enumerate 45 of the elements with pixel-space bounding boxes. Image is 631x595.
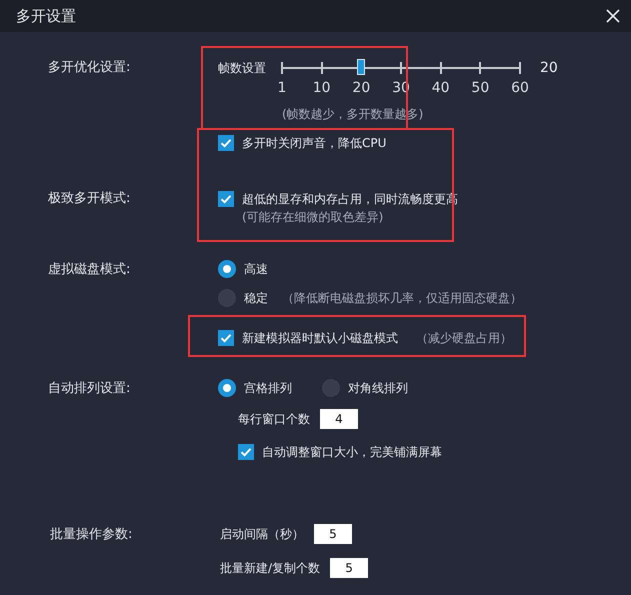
slider-label: 帧数设置 <box>218 60 267 76</box>
tick-mark <box>400 62 402 74</box>
tick-label: 40 <box>432 80 450 96</box>
tick-mark <box>519 62 521 74</box>
number-field[interactable]: 5 <box>314 524 352 544</box>
radio-label[interactable]: 高速 <box>244 260 268 278</box>
option-note: （降低断电磁盘损坏几率，仅适用固态硬盘） <box>282 290 522 306</box>
tick-mark <box>479 62 482 74</box>
checkbox-label[interactable]: 自动调整窗口大小，完美铺满屏幕 <box>262 444 442 460</box>
checkbox[interactable] <box>218 330 234 346</box>
setting-label: 多开优化设置: <box>48 59 132 77</box>
option-note: （减少硬盘占用） <box>416 330 512 346</box>
number-field[interactable]: 4 <box>320 409 358 429</box>
slider-hint: (帧数越少，多开数量越多) <box>282 106 424 123</box>
slider-thumb[interactable] <box>357 59 366 75</box>
tick-label: 50 <box>471 80 490 96</box>
setting-label: 虚拟磁盘模式: <box>48 261 132 278</box>
setting-label: 批量操作参数: <box>50 526 134 543</box>
setting-label: 极致多开模式: <box>48 190 132 208</box>
tick-mark <box>320 62 323 74</box>
number-field[interactable]: 5 <box>330 558 368 578</box>
tick-label: 1 <box>278 80 286 96</box>
radio-button[interactable] <box>218 260 236 278</box>
checkbox-label[interactable]: 新建模拟器时默认小磁盘模式 <box>242 330 398 346</box>
field-label: 启动间隔（秒） <box>220 526 304 542</box>
setting-label: 自动排列设置: <box>48 380 132 397</box>
checkbox[interactable] <box>218 135 234 151</box>
tick-mark <box>440 62 442 74</box>
tick-label: 60 <box>511 80 529 96</box>
checkbox[interactable] <box>238 444 254 460</box>
checkbox[interactable] <box>218 191 234 207</box>
tick-label: 20 <box>352 80 370 96</box>
field-label: 批量新建/复制个数 <box>220 560 320 576</box>
checkbox-label[interactable]: 多开时关闭声音，降低CPU <box>242 134 386 152</box>
radio-label[interactable]: 稳定 <box>244 290 268 306</box>
slider-value: 20 <box>540 60 558 76</box>
radio-label[interactable]: 宫格排列 <box>244 380 292 396</box>
radio-button[interactable] <box>218 379 236 397</box>
close-icon[interactable] <box>605 8 621 24</box>
option-note: (可能存在细微的取色差异) <box>242 209 384 226</box>
tick-label: 10 <box>312 80 331 96</box>
window-title: 多开设置 <box>16 6 76 26</box>
radio-label[interactable]: 对角线排列 <box>348 380 408 396</box>
tick-mark <box>281 62 283 74</box>
field-label: 每行窗口个数 <box>238 410 310 428</box>
